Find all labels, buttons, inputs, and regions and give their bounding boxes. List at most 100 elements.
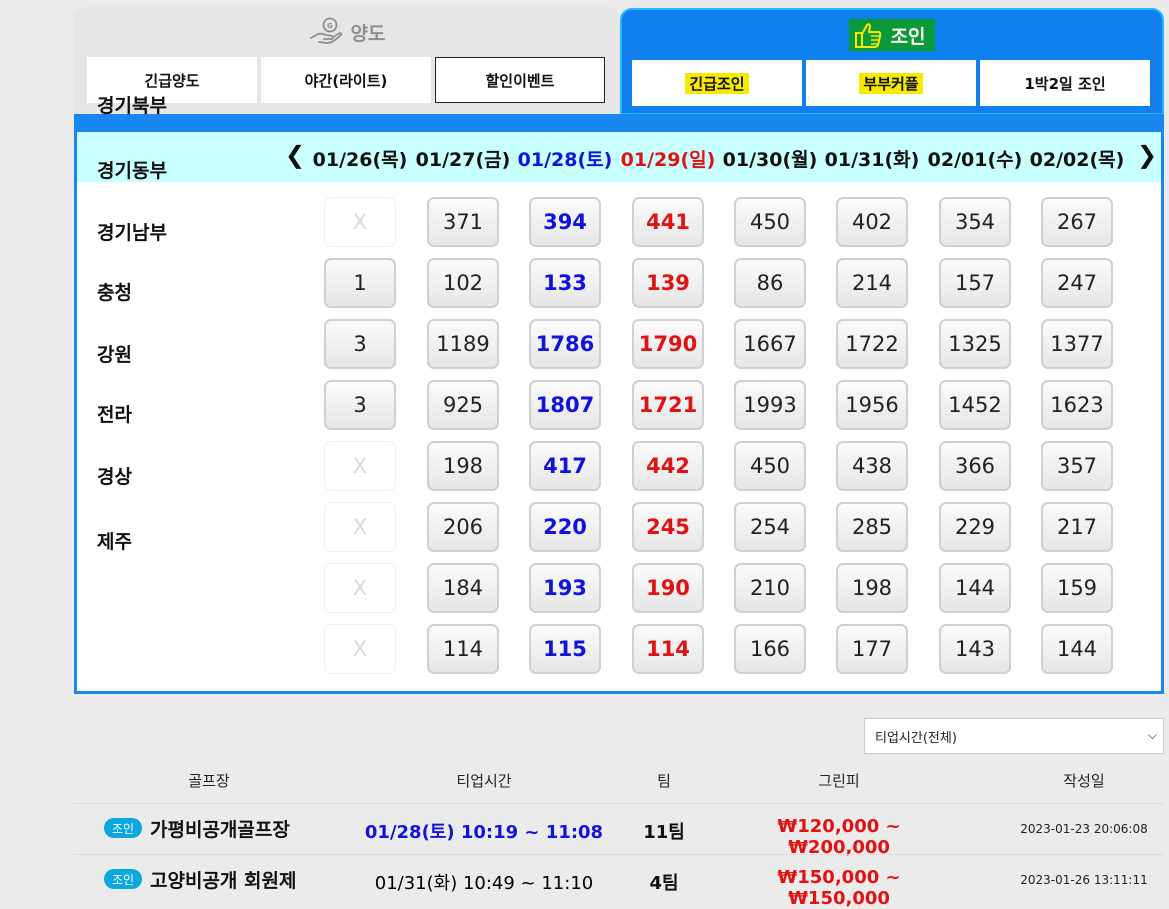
table-row[interactable]: 조인 가평비공개골프장 01/28(토) 10:19 ~ 11:08 11팀 ₩120,… [74,803,1164,858]
count-cell[interactable]: 371 [427,197,499,247]
region-label: 경기남부 [97,222,167,244]
count-cell[interactable]: 177 [836,624,908,674]
count-cell[interactable]: 1452 [939,380,1011,430]
date-header[interactable]: 02/01(수) [924,145,1026,172]
green-fee: ₩150,000 ~ ₩150,000 [777,867,901,909]
count-cell[interactable]: 1807 [529,380,601,430]
night-light-button[interactable]: 야간(라이트) [261,57,431,103]
count-cell[interactable]: 441 [632,197,704,247]
urgent-join-button[interactable]: 긴급조인 [632,60,802,106]
count-cell[interactable]: 184 [427,563,499,613]
count-cell[interactable]: 166 [734,624,806,674]
count-cell[interactable]: 115 [529,624,601,674]
count-cell[interactable]: 210 [734,563,806,613]
count-cell[interactable]: 402 [836,197,908,247]
count-cell[interactable]: 190 [632,563,704,613]
count-cell[interactable]: 220 [529,502,601,552]
date-header[interactable]: 01/26(목) [309,145,411,172]
count-cell[interactable]: 3 [324,319,396,369]
count-cell[interactable]: 198 [427,441,499,491]
col-header-written: 작성일 [1063,771,1105,790]
svg-text:G: G [327,22,333,30]
count-cell[interactable]: 442 [632,441,704,491]
date-header[interactable]: 01/30(월) [719,145,821,172]
count-cell[interactable]: 193 [529,563,601,613]
written-date: 2023-01-23 20:06:08 [1020,822,1148,836]
date-header[interactable]: 01/27(금) [412,145,514,172]
join-badge: 조인 [104,818,142,838]
date-header[interactable]: 01/28(토) [514,145,616,172]
date-header-row: ❮ ❯ 01/26(목) 01/27(금) 01/28(토) 01/29(일) 01/3… [77,132,1161,182]
count-cell[interactable]: 1377 [1041,319,1113,369]
count-cell[interactable]: 450 [734,441,806,491]
count-cell[interactable]: 198 [836,563,908,613]
teeup-time-select[interactable]: 티업시간(전체) ⌵ [864,718,1164,754]
course-name[interactable]: 가평비공개골프장 [150,815,290,842]
count-cell[interactable]: 133 [529,258,601,308]
count-cell[interactable]: 267 [1041,197,1113,247]
count-cell[interactable]: 357 [1041,441,1113,491]
count-cell[interactable]: 366 [939,441,1011,491]
count-cell[interactable]: 1993 [734,380,806,430]
count-cell[interactable]: 114 [427,624,499,674]
count-cell[interactable]: 214 [836,258,908,308]
discount-event-button[interactable]: 할인이벤트 [435,57,605,103]
count-cell[interactable]: 450 [734,197,806,247]
couple-button[interactable]: 부부커플 [806,60,976,106]
count-cell[interactable]: 1325 [939,319,1011,369]
col-header-teams: 팀 [657,771,671,790]
count-cell[interactable]: 1623 [1041,380,1113,430]
count-cell[interactable]: 285 [836,502,908,552]
count-cell[interactable]: 354 [939,197,1011,247]
count-cell[interactable]: 1790 [632,319,704,369]
join-badge: 조인 [104,869,142,889]
count-cell[interactable]: 3 [324,380,396,430]
count-cell[interactable]: 1189 [427,319,499,369]
overnight-join-button[interactable]: 1박2일 조인 [980,60,1150,106]
count-cell[interactable]: 925 [427,380,499,430]
count-cell[interactable]: 1956 [836,380,908,430]
count-cell[interactable]: 1 [324,258,396,308]
count-cell[interactable]: 206 [427,502,499,552]
team-count: 11팀 [643,822,685,843]
count-cell[interactable]: 139 [632,258,704,308]
count-cell[interactable]: 157 [939,258,1011,308]
count-cell[interactable]: 229 [939,502,1011,552]
count-cell[interactable]: 102 [427,258,499,308]
count-cell: X [324,502,396,552]
count-cell[interactable]: 144 [939,563,1011,613]
count-cell[interactable]: 1786 [529,319,601,369]
count-cell[interactable]: 254 [734,502,806,552]
count-cell[interactable]: 438 [836,441,908,491]
date-header[interactable]: 01/31(화) [821,145,923,172]
count-cell[interactable]: 86 [734,258,806,308]
count-cell[interactable]: 417 [529,441,601,491]
chevron-down-icon: ⌵ [1147,728,1157,742]
count-cell[interactable]: 159 [1041,563,1113,613]
count-cell[interactable]: 245 [632,502,704,552]
count-cell[interactable]: 1667 [734,319,806,369]
count-cell[interactable]: 1721 [632,380,704,430]
tab-transfer-label: 양도 [350,22,386,45]
tab-join[interactable]: 조인 긴급조인 부부커플 1박2일 조인 [620,8,1164,115]
count-cell[interactable]: 394 [529,197,601,247]
count-cell[interactable]: 247 [1041,258,1113,308]
count-cell[interactable]: 144 [1041,624,1113,674]
count-cell[interactable]: 143 [939,624,1011,674]
tab-join-title-highlight: 조인 [848,19,936,51]
urgent-join-label: 긴급조인 [685,72,749,94]
count-cell[interactable]: 1722 [836,319,908,369]
count-cell[interactable]: 114 [632,624,704,674]
tab-join-title: 조인 [622,19,1162,51]
chevron-left-icon[interactable]: ❮ [285,141,305,169]
date-header[interactable]: 02/02(목) [1026,145,1128,172]
teeup-time-select-value: 티업시간(전체) [875,730,957,746]
table-row[interactable]: 조인 고양비공개 회원제 01/31(화) 10:49 ~ 11:10 4팀 ₩150,… [74,854,1164,909]
chevron-right-icon[interactable]: ❯ [1137,141,1157,169]
date-header[interactable]: 01/29(일) [617,145,719,172]
course-name[interactable]: 고양비공개 회원제 [150,866,296,893]
couple-label: 부부커플 [859,72,923,94]
count-cell: X [324,197,396,247]
count-cell[interactable]: 217 [1041,502,1113,552]
team-count: 4팀 [649,873,679,894]
